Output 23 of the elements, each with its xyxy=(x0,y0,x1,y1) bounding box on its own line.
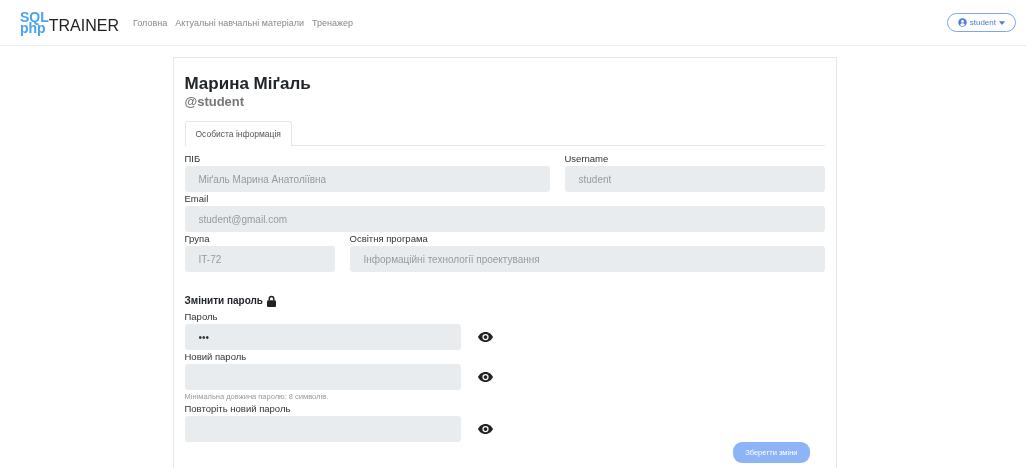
nav-link[interactable]: Тренажер xyxy=(312,17,354,28)
field-label: Повторіть новий пароль xyxy=(184,402,292,416)
field-label: Освітня програма xyxy=(349,232,429,246)
field-label: Username xyxy=(564,152,610,166)
caret-icon xyxy=(999,20,1005,25)
user-icon xyxy=(957,18,967,27)
password-field[interactable]: ••• xyxy=(184,324,461,350)
section-title: Змінити пароль xyxy=(184,294,264,308)
eye-icon[interactable] xyxy=(477,372,493,382)
lock-icon xyxy=(266,295,278,307)
field-label: ПІБ xyxy=(184,152,202,166)
eye-icon[interactable] xyxy=(477,424,493,434)
field-label: Новий пароль xyxy=(184,350,248,364)
profile-name: Марина Міґаль xyxy=(184,74,312,94)
nav-link[interactable]: Актуальні навчальні матеріали xyxy=(175,17,305,28)
field-label: Email xyxy=(184,192,210,206)
tab[interactable]: Особиста інформація xyxy=(184,121,292,146)
eye-icon[interactable] xyxy=(477,332,493,342)
field-label: Пароль xyxy=(184,310,219,324)
profile-username: @student xyxy=(184,94,246,109)
field-label: Група xyxy=(184,232,211,246)
user-menu-button[interactable]: student xyxy=(946,13,1016,32)
nav-link[interactable]: Головна xyxy=(133,17,168,28)
